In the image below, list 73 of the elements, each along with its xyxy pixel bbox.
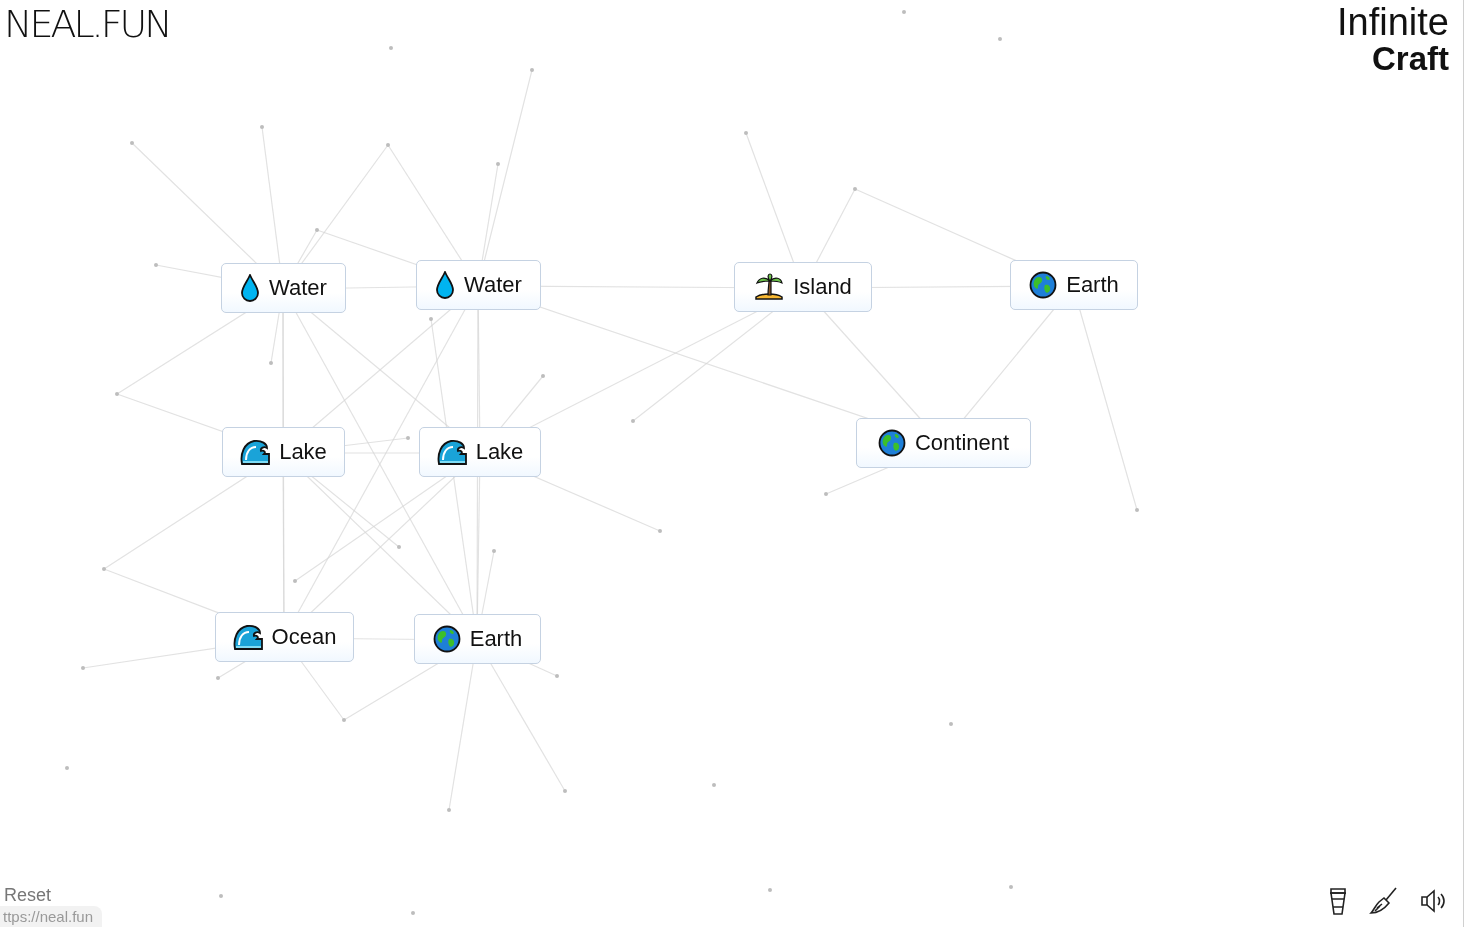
element-name: Ocean [271,624,337,650]
node-dot [269,361,273,365]
node-dot [386,143,390,147]
palm-island-icon [754,273,785,301]
node-dot [530,68,534,72]
app-title: Infinite [1337,2,1449,42]
node-dot [555,674,559,678]
node-dot [563,789,567,793]
element-chip[interactable]: Water [416,260,541,310]
node-dot [496,162,500,166]
element-name: Continent [914,430,1010,456]
node-dot [492,549,496,553]
node-dot [260,125,264,129]
globe-icon [877,429,906,457]
reset-link[interactable]: Reset [4,885,52,905]
element-chip[interactable]: Lake [419,427,541,477]
node-dot [389,46,393,50]
element-name: Earth [1066,272,1119,298]
node-dot [115,392,119,396]
node-dot [65,766,69,770]
broom-icon[interactable] [1369,886,1399,916]
element-chip[interactable]: Water [221,263,346,313]
node-dot [949,722,953,726]
globe-icon [432,625,461,653]
node-dot [342,718,346,722]
water-drop-icon [435,271,456,299]
app-subtitle: Craft [1372,42,1449,76]
element-chip[interactable]: Earth [414,614,541,664]
node-dot [397,545,401,549]
node-dot [216,676,220,680]
cup-icon[interactable] [1327,886,1349,916]
water-drop-icon [240,274,261,302]
wave-icon [436,438,467,466]
node-dot [315,228,319,232]
node-dot [130,141,134,145]
node-dot [219,894,223,898]
element-name: Lake [279,439,327,465]
wave-icon [232,623,263,651]
status-url: ttps://neal.fun [0,906,103,927]
node-dot [658,529,662,533]
node-dot [154,263,158,267]
wave-icon [240,438,271,466]
element-name: Water [464,272,522,298]
node-dot [541,374,545,378]
element-chip[interactable]: Island [734,262,872,312]
node-dot [902,10,906,14]
element-name: Earth [469,626,523,652]
node-dot [293,579,297,583]
site-logo[interactable]: NEAL.FUN [4,2,170,46]
element-chip[interactable]: Continent [856,418,1031,468]
node-dot [631,419,635,423]
node-dot [824,492,828,496]
element-name: Water [269,275,327,301]
element-chip[interactable]: Earth [1010,260,1138,310]
globe-icon [1029,271,1058,299]
node-dot [998,37,1002,41]
speaker-icon[interactable] [1419,887,1447,915]
element-name: Island [793,274,852,300]
node-dot [102,567,106,571]
node-dot [744,131,748,135]
node-dot [429,317,433,321]
node-dot [768,888,772,892]
node-dot [1009,885,1013,889]
node-dot [81,666,85,670]
element-name: Lake [475,439,524,465]
element-chip[interactable]: Ocean [215,612,354,662]
element-chip[interactable]: Lake [222,427,345,477]
node-dot [447,808,451,812]
node-dot [853,187,857,191]
node-dot [411,911,415,915]
node-dot [406,436,410,440]
node-dot [1135,508,1139,512]
node-dot [712,783,716,787]
